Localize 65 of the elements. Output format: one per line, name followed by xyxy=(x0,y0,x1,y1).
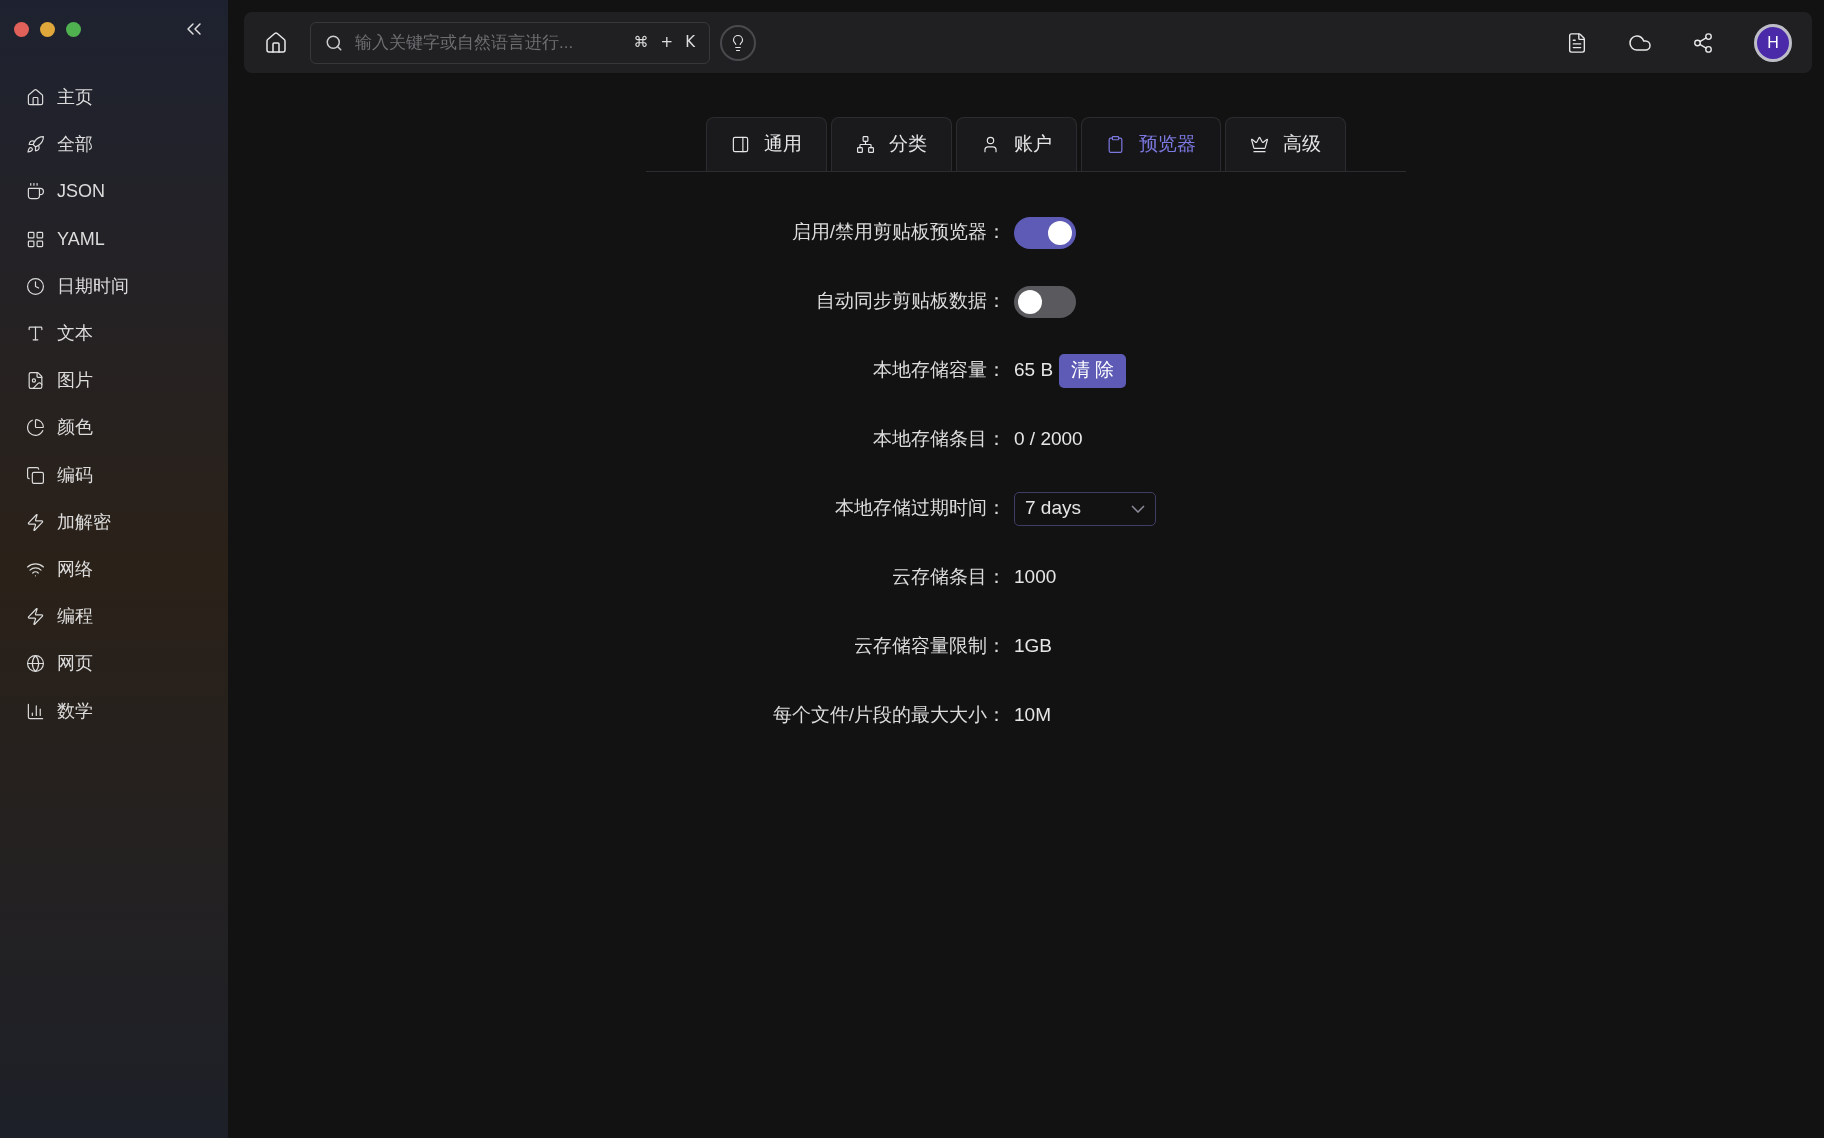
sidebar-item[interactable]: 加解密 xyxy=(0,498,228,546)
toggle-switch[interactable] xyxy=(1014,285,1076,318)
sidebar-item[interactable]: 编程 xyxy=(0,593,228,641)
shortcut-key: ⌘ xyxy=(633,31,649,54)
chevron-down-icon xyxy=(1131,504,1145,513)
sidebar-item[interactable]: 图片 xyxy=(0,357,228,405)
sidebar-item[interactable]: 颜色 xyxy=(0,404,228,452)
setting-label: 本地存储条目： xyxy=(873,427,1006,452)
settings-tab[interactable]: 分类 xyxy=(831,117,952,171)
bolt-icon xyxy=(26,607,45,627)
search-input[interactable]: 输入关键字或自然语言进行... xyxy=(355,29,622,56)
user-avatar[interactable]: H xyxy=(1754,23,1792,62)
search-icon xyxy=(325,33,343,52)
lightbulb-button[interactable] xyxy=(720,24,756,61)
setting-label: 云存储容量限制： xyxy=(854,634,1006,659)
copy-icon xyxy=(26,465,45,485)
settings-tab[interactable]: 高级 xyxy=(1225,117,1346,171)
home-icon xyxy=(26,88,45,108)
toggle-switch[interactable] xyxy=(1014,216,1076,249)
nodes-icon xyxy=(856,135,875,154)
user-icon xyxy=(981,135,1000,154)
globe-icon xyxy=(26,654,45,674)
panel-icon xyxy=(731,135,750,154)
search-field[interactable]: 输入关键字或自然语言进行... ⌘ + K xyxy=(310,21,710,64)
share-icon[interactable] xyxy=(1692,31,1714,54)
rocket-icon xyxy=(26,135,45,155)
settings-tab[interactable]: 预览器 xyxy=(1081,117,1221,171)
clipboard-icon xyxy=(1106,135,1125,154)
sidebar-item[interactable]: 日期时间 xyxy=(0,262,228,310)
shortcut-key: + xyxy=(660,31,674,54)
sidebar-item[interactable]: YAML xyxy=(0,215,228,263)
grid-icon xyxy=(26,229,45,249)
setting-label: 每个文件/片段的最大大小： xyxy=(772,703,1006,728)
sidebar-item[interactable]: 网络 xyxy=(0,545,228,594)
setting-value: 1000 xyxy=(1014,565,1057,590)
setting-label: 启用/禁用剪贴板预览器： xyxy=(791,220,1006,245)
sidebar-item[interactable]: 文本 xyxy=(0,309,228,358)
sidebar-item[interactable]: 数学 xyxy=(0,687,228,735)
sidebar-item[interactable]: 主页 xyxy=(0,74,228,122)
document-icon[interactable] xyxy=(1566,31,1588,54)
bolt-icon xyxy=(26,512,45,532)
sidebar-item[interactable]: 全部 xyxy=(0,121,228,169)
settings-tab[interactable]: 账户 xyxy=(956,117,1077,171)
setting-value: 1GB xyxy=(1014,634,1053,659)
setting-label: 本地存储过期时间： xyxy=(835,496,1006,521)
clear-button[interactable]: 清 除 xyxy=(1059,353,1127,388)
setting-label: 自动同步剪贴板数据： xyxy=(816,289,1006,314)
setting-value: 65 B xyxy=(1014,358,1054,383)
crown-icon xyxy=(1250,135,1269,154)
bar-chart-icon xyxy=(26,701,45,721)
setting-label: 云存储条目： xyxy=(892,565,1006,590)
settings-tab[interactable]: 通用 xyxy=(706,117,827,171)
expiry-dropdown[interactable]: 7 days xyxy=(1014,491,1156,526)
shortcut-key: K xyxy=(685,31,695,54)
setting-label: 本地存储容量： xyxy=(873,358,1006,383)
sidebar-item[interactable]: 网页 xyxy=(0,640,228,688)
clock-icon xyxy=(26,276,45,296)
sidebar-item[interactable]: JSON xyxy=(0,168,228,216)
sidebar-item[interactable]: 编码 xyxy=(0,451,228,499)
cup-icon xyxy=(26,182,45,202)
setting-value: 10M xyxy=(1014,703,1051,728)
home-icon[interactable] xyxy=(264,30,288,55)
pie-chart-icon xyxy=(26,418,45,438)
setting-value: 0 / 2000 xyxy=(1014,427,1083,452)
image-file-icon xyxy=(26,371,45,391)
